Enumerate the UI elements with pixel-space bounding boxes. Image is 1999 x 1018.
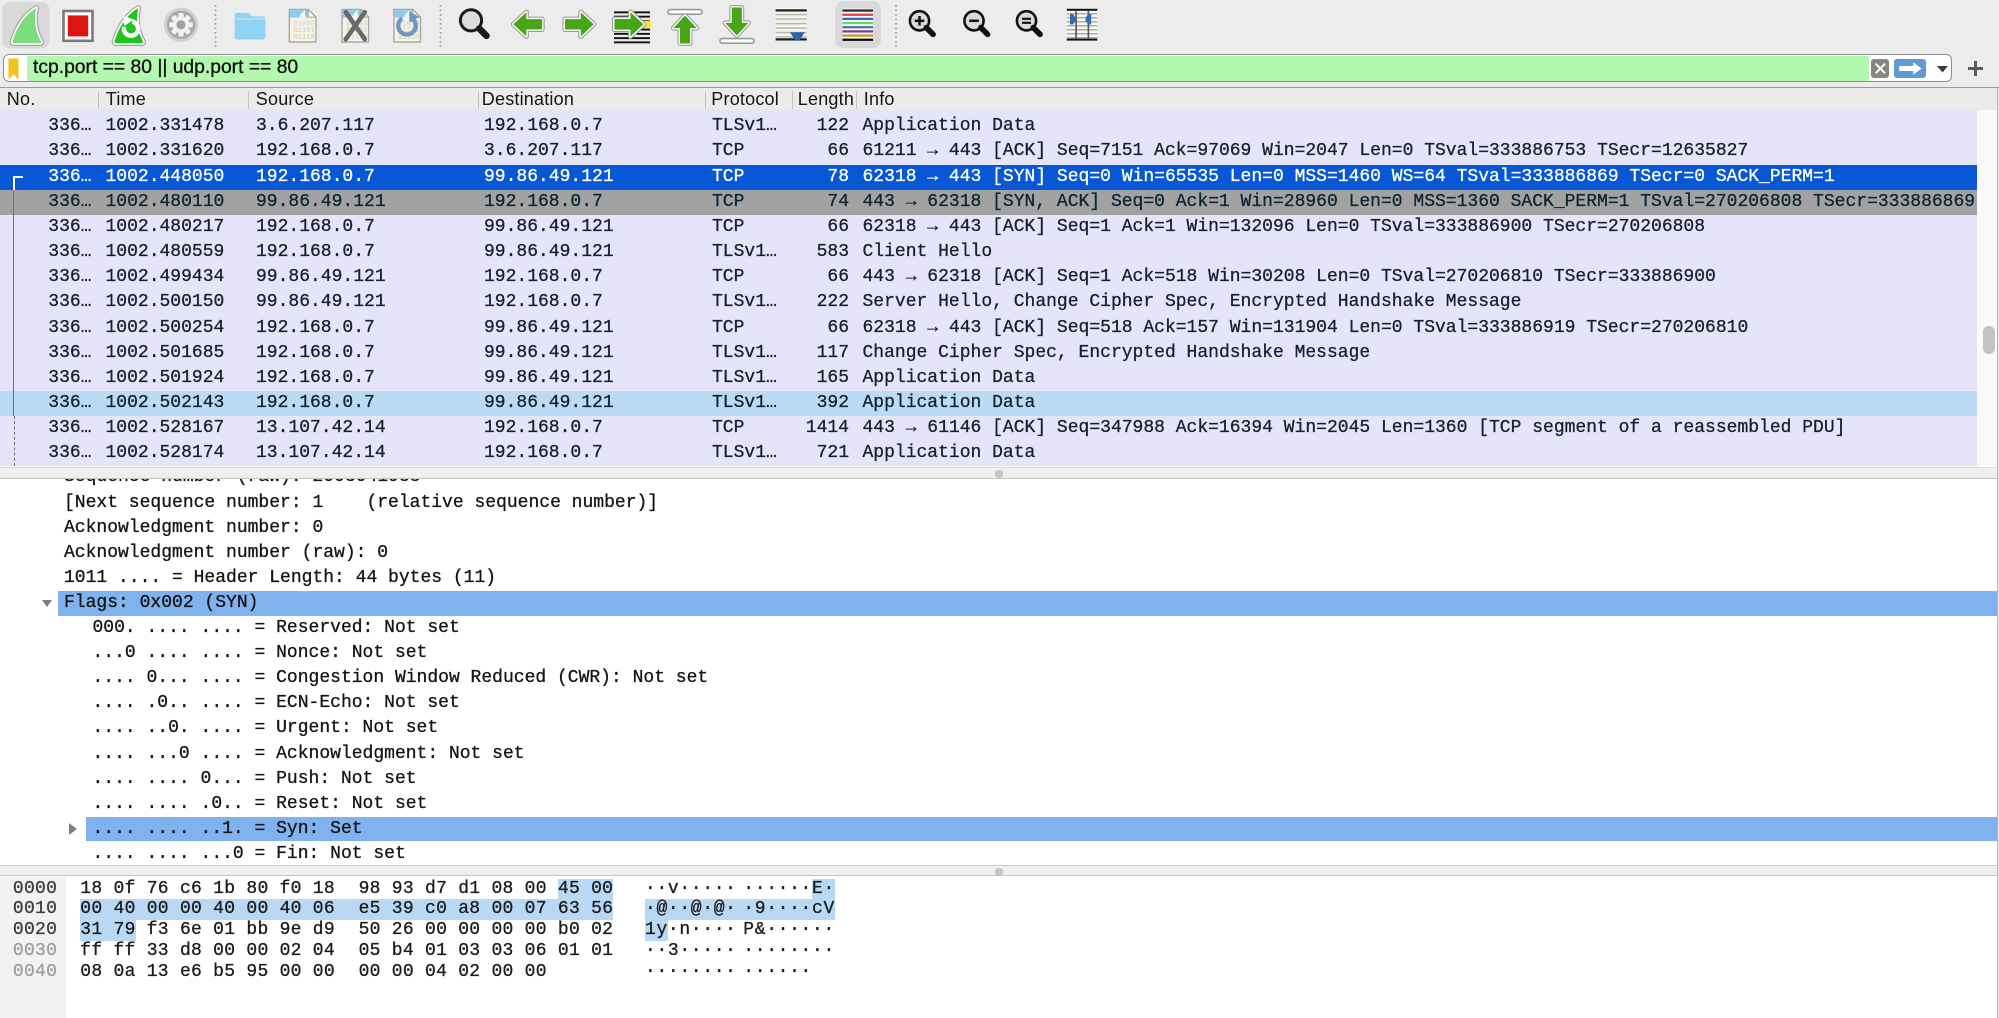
- svg-text:01110: 01110: [294, 34, 315, 42]
